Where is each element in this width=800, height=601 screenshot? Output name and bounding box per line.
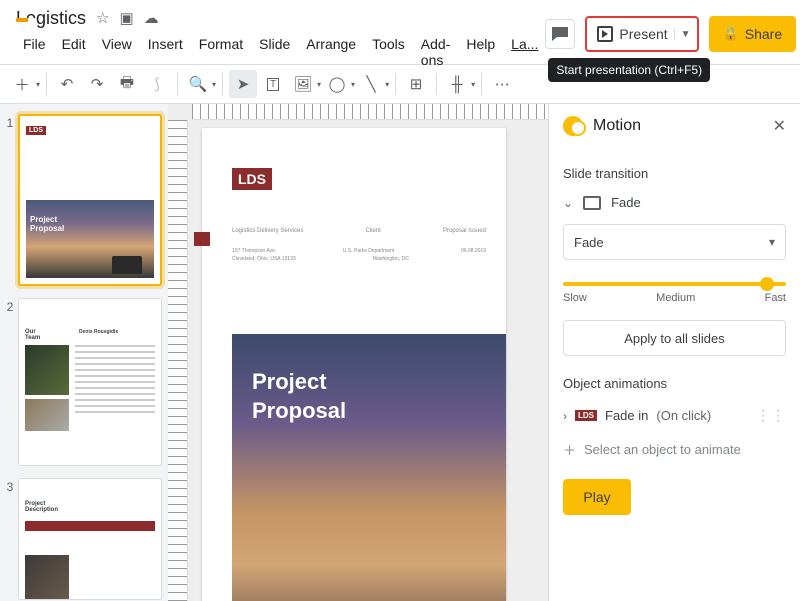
menu-bar: File Edit View Insert Format Slide Arran…: [16, 32, 545, 72]
transition-name: Fade: [611, 195, 641, 210]
motion-icon: [563, 116, 583, 136]
panel-title: Motion: [593, 117, 763, 135]
animation-item[interactable]: › LDS Fade in (On click) ⋮⋮: [563, 407, 786, 424]
layout-tool[interactable]: ╫: [443, 70, 471, 98]
menu-file[interactable]: File: [16, 32, 53, 72]
add-animation[interactable]: ＋ Select an object to animate: [563, 440, 786, 459]
redo-button[interactable]: ↷: [83, 70, 111, 98]
lock-icon: 🔒: [723, 26, 739, 42]
tooltip: Start presentation (Ctrl+F5): [548, 58, 710, 82]
ruler-horizontal: [192, 104, 548, 120]
menu-slide[interactable]: Slide: [252, 32, 297, 72]
slide-number: 1: [4, 114, 16, 286]
line-tool[interactable]: ╲: [357, 70, 385, 98]
chevron-down-icon: ⌄: [563, 196, 573, 210]
menu-tools[interactable]: Tools: [365, 32, 412, 72]
menu-view[interactable]: View: [95, 32, 139, 72]
star-icon[interactable]: ☆: [96, 9, 109, 27]
shape-tool[interactable]: ◯: [323, 70, 351, 98]
section-object-animations: Object animations: [563, 376, 786, 391]
slider-knob[interactable]: [760, 277, 774, 291]
menu-insert[interactable]: Insert: [141, 32, 190, 72]
motion-panel: Motion ✕ Slide transition ⌄ Fade Fade ▾ …: [548, 104, 800, 601]
section-slide-transition: Slide transition: [563, 166, 786, 181]
present-label: Present: [619, 26, 667, 42]
share-label: Share: [745, 26, 782, 42]
ruler-vertical: [168, 120, 188, 601]
menu-format[interactable]: Format: [192, 32, 250, 72]
chevron-down-icon: ▾: [769, 235, 775, 249]
more-tools[interactable]: ⋯: [488, 70, 516, 98]
apply-all-button[interactable]: Apply to all slides: [563, 320, 786, 356]
menu-arrange[interactable]: Arrange: [299, 32, 363, 72]
speed-slider[interactable]: [563, 282, 786, 286]
new-slide-button[interactable]: ＋: [8, 70, 36, 98]
close-icon[interactable]: ✕: [773, 116, 786, 136]
print-button[interactable]: 🖶: [113, 70, 141, 98]
paint-format-button[interactable]: ⟆: [143, 70, 171, 98]
canvas: LDS Logistics Delivery ServicesClientPro…: [168, 104, 548, 601]
slide-number: 2: [4, 298, 16, 466]
slide-lds-badge: LDS: [232, 168, 272, 190]
drag-handle-icon[interactable]: ⋮⋮: [756, 407, 786, 424]
transition-row[interactable]: ⌄ Fade: [563, 195, 786, 210]
present-dropdown-icon[interactable]: ▼: [674, 29, 691, 40]
zoom-button[interactable]: 🔍: [184, 70, 212, 98]
slide-editor[interactable]: LDS Logistics Delivery ServicesClientPro…: [202, 128, 506, 601]
slide-thumbnail-3[interactable]: Project Description: [18, 478, 162, 600]
present-button[interactable]: Present ▼: [585, 16, 698, 52]
cloud-icon[interactable]: ☁: [144, 9, 159, 27]
comments-button[interactable]: [545, 19, 575, 49]
slide-number: 3: [4, 478, 16, 600]
plus-icon: ＋: [563, 440, 576, 459]
textbox-tool[interactable]: T: [259, 70, 287, 98]
present-icon: [597, 26, 613, 42]
comment-tool[interactable]: ⊞: [402, 70, 430, 98]
undo-button[interactable]: ↶: [53, 70, 81, 98]
slide-icon: [583, 196, 601, 210]
move-icon[interactable]: ▣: [119, 9, 133, 27]
image-tool[interactable]: 🖼: [289, 70, 317, 98]
chevron-right-icon: ›: [563, 409, 567, 423]
slide-hero-title: Project Proposal: [252, 368, 346, 425]
transition-select[interactable]: Fade ▾: [563, 224, 786, 260]
filmstrip: 1 LDS Project Proposal 2 Our Team Denis …: [0, 104, 168, 601]
slide-thumbnail-2[interactable]: Our Team Denis Rousgidis: [18, 298, 162, 466]
select-tool[interactable]: ➤: [229, 70, 257, 98]
menu-help[interactable]: Help: [459, 32, 502, 72]
menu-edit[interactable]: Edit: [55, 32, 93, 72]
share-button[interactable]: 🔒 Share: [709, 16, 797, 52]
menu-more[interactable]: La...: [504, 32, 545, 72]
play-button[interactable]: Play: [563, 479, 631, 515]
menu-addons[interactable]: Add-ons: [414, 32, 458, 72]
slide-thumbnail-1[interactable]: LDS Project Proposal: [18, 114, 162, 286]
